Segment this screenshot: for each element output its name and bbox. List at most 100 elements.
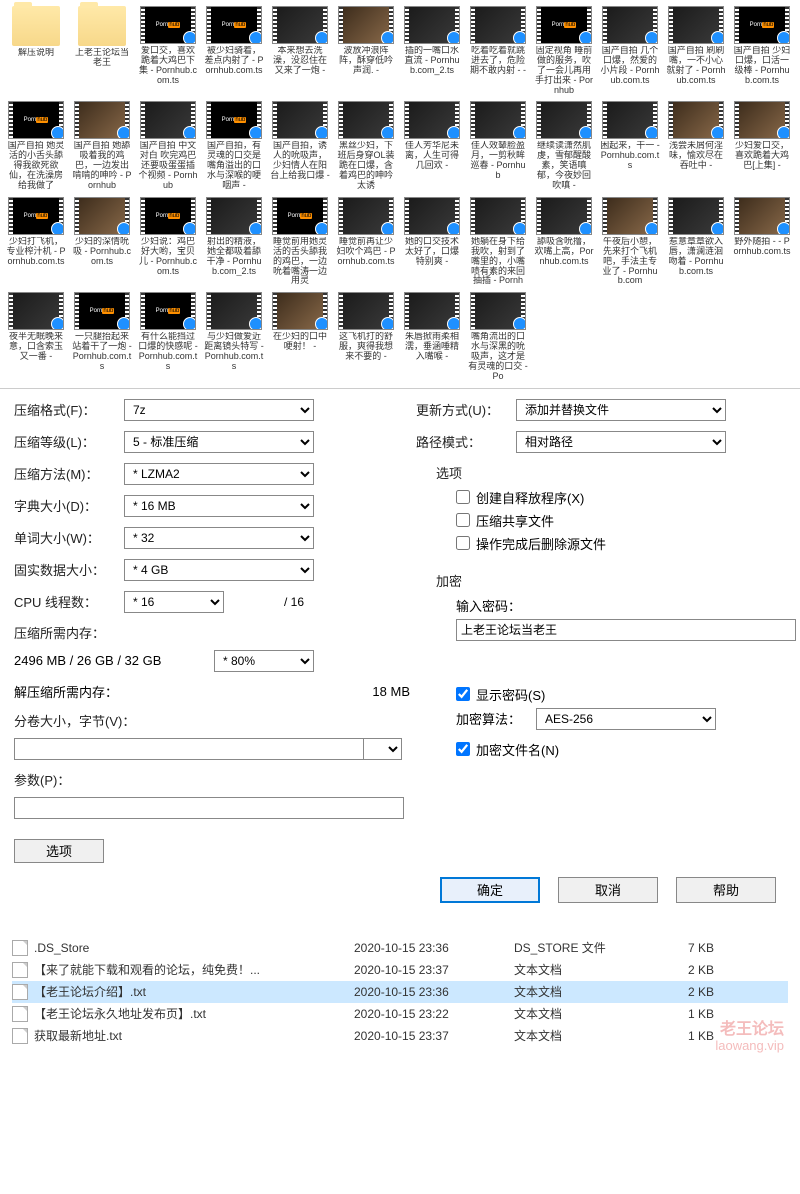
level-select[interactable]: 5 - 标准压缩 — [124, 431, 314, 453]
video-item[interactable]: 困起来，干一 - Pornhub.com.ts — [598, 99, 662, 192]
video-item[interactable]: Pornhub国产自拍 她灵活的小舌头舔得我欲死欲仙，在洗澡房给我做了 — [4, 99, 68, 192]
file-date: 2020-10-15 23:37 — [354, 963, 514, 977]
method-select[interactable]: * LZMA2 — [124, 463, 314, 485]
cpu-total: / 16 — [284, 595, 304, 609]
file-icon — [12, 940, 28, 956]
cpu-select[interactable]: * 16 — [124, 591, 224, 613]
video-item[interactable]: 她躺在身下给我吹，射到了嘴里的，小嘴啧有素的来回抽插 - Pornh — [466, 195, 530, 288]
video-item[interactable]: 国产自拍 中文对白 吹完鸡巴还要吸蛋蛋插个视频 - Pornhub — [136, 99, 200, 192]
file-list-row[interactable]: .DS_Store2020-10-15 23:36DS_STORE 文件7 KB — [12, 937, 788, 959]
file-list-row[interactable]: 【来了就能下载和观看的论坛，纯免费！...2020-10-15 23:37文本文… — [12, 959, 788, 981]
video-thumb — [404, 197, 460, 235]
video-item[interactable]: 与少妇做爱近距离镜头特写 - Pornhub.com.ts — [202, 290, 266, 383]
showpwd-checkbox-row[interactable]: 显示密码(S) — [456, 685, 786, 704]
file-label: 午夜后小憩，先来打个飞机吧，手法主专业了 - Pornhub.com — [600, 237, 660, 286]
showpwd-checkbox[interactable] — [456, 687, 470, 701]
video-item[interactable]: 她的口交技术太好了，口爆特别爽 - — [400, 195, 464, 288]
file-icon — [12, 1028, 28, 1044]
video-item[interactable]: Pornhub固定视角 睡前做的服务，吹了一会儿再用手打出来 - Pornhub — [532, 4, 596, 97]
ok-button[interactable]: 确定 — [440, 877, 540, 903]
file-list-row[interactable]: 【老王论坛永久地址发布页】.txt2020-10-15 23:22文本文档1 K… — [12, 1003, 788, 1025]
split-input[interactable] — [14, 738, 364, 760]
video-item[interactable]: 国产自拍，诱人的吮吸声，少妇情人在阳台上给我口爆 - — [268, 99, 332, 192]
password-input[interactable] — [456, 619, 796, 641]
options-button[interactable]: 选项 — [14, 839, 104, 863]
video-item[interactable]: 浅尝未屑何淫味，愉欢尽在吞吐中 - — [664, 99, 728, 192]
play-badge-icon — [117, 126, 130, 139]
video-thumb: Pornhub — [734, 6, 790, 44]
sfx-checkbox-row[interactable]: 创建自释放程序(X) — [456, 488, 786, 507]
format-select[interactable]: 7z — [124, 399, 314, 421]
video-item[interactable]: 午夜后小憩，先来打个飞机吧，手法主专业了 - Pornhub.com — [598, 195, 662, 288]
video-item[interactable]: Pornhub国产自拍 少妇口爆，口活一级棒 - Pornhub.com.ts — [730, 4, 794, 97]
mem-decompress-value: 18 MB — [214, 684, 416, 699]
word-select[interactable]: * 32 — [124, 527, 314, 549]
video-item[interactable]: Pornhub国产自拍，有灵魂的口交是嘴角溢出的口水与深喉的哽咽声 - — [202, 99, 266, 192]
help-button[interactable]: 帮助 — [676, 877, 776, 903]
dict-select[interactable]: * 16 MB — [124, 495, 314, 517]
video-item[interactable]: 波放冲浪阵阵，酥穿低吟声润. - — [334, 4, 398, 97]
delete-checkbox[interactable] — [456, 536, 470, 550]
video-item[interactable]: 这飞机打的舒服，爽得我想来不要的 - — [334, 290, 398, 383]
video-item[interactable]: 黑丝少妇，下班后身穿OL装跪在口爆，含着鸡巴的呻吟太诱 — [334, 99, 398, 192]
file-label: 国产自拍，诱人的吮吸声，少妇情人在阳台上给我口爆 - — [270, 141, 330, 181]
video-item[interactable]: 吃着吃着就跳进去了，危险期不敢内射 - - — [466, 4, 530, 97]
video-item[interactable]: Pornhub少妇说：鸡巴好大哟，宝贝儿 - Pornhub.com.ts — [136, 195, 200, 288]
file-list-row[interactable]: 【老王论坛介绍】.txt2020-10-15 23:36文本文档2 KB — [12, 981, 788, 1003]
video-thumb: Pornhub — [74, 292, 130, 330]
play-badge-icon — [183, 31, 196, 44]
video-item[interactable]: Pornhub有什么能挡过口爆的快感呢 - Pornhub.com.ts — [136, 290, 200, 383]
play-badge-icon — [711, 31, 724, 44]
video-item[interactable]: 佳人效颦脸盈月，一剪秋眸巡春 - Pornhub — [466, 99, 530, 192]
video-item[interactable]: 少妇爱口交，喜欢跪着大鸡巴[上集] - — [730, 99, 794, 192]
video-item[interactable]: 继续读潇然肌虔，雪郁醒酸素，笑语嗔郁，今夜妙回吹嗔 - — [532, 99, 596, 192]
video-item[interactable]: 射出的精液，她全都吸着舔干净 - Pornhub.com_2.ts — [202, 195, 266, 288]
file-size: 1 KB — [654, 1007, 714, 1021]
video-item[interactable]: Pornhub爱口交，喜欢跪着大鸡巴下集 - Pornhub.com.ts — [136, 4, 200, 97]
solid-label: 固实数据大小： — [14, 560, 124, 579]
video-item[interactable]: 惹意章章欲入唇，潇澜涟洄吻着 - Pornhub.com.ts — [664, 195, 728, 288]
file-list-row[interactable]: 获取最新地址.txt2020-10-15 23:37文本文档1 KB — [12, 1025, 788, 1047]
video-thumb: Pornhub — [140, 6, 196, 44]
video-item[interactable]: 国产自拍 几个口爆，然爱的小片段 - Pornhub.com.ts — [598, 4, 662, 97]
video-item[interactable]: Pornhub睡觉前用她灵活的舌头舔我的鸡巴，一边吮着嘴涛一边用灵 — [268, 195, 332, 288]
folder-icon — [12, 6, 60, 46]
video-item[interactable]: 插的一嘴口水直流 - Pornhub.com_2.ts — [400, 4, 464, 97]
sfx-checkbox[interactable] — [456, 490, 470, 504]
video-item[interactable]: 国产自拍 刷刷嘴，一不小心就射了 - Pornhub.com.ts — [664, 4, 728, 97]
update-select[interactable]: 添加并替换文件 — [516, 399, 726, 421]
solid-select[interactable]: * 4 GB — [124, 559, 314, 581]
video-item[interactable]: Pornhub少妇打飞机，专业榨汁机 - Pornhub.com.ts — [4, 195, 68, 288]
video-item[interactable]: 少妇的深情吮吸 - Pornhub.com.ts — [70, 195, 134, 288]
share-checkbox-row[interactable]: 压缩共享文件 — [456, 511, 786, 530]
video-item[interactable]: 在少妇的口中哽射！ - — [268, 290, 332, 383]
enc-method-select[interactable]: AES-256 — [536, 708, 716, 730]
video-item[interactable]: 佳人芳华尼未离，人生可得几回欢 - — [400, 99, 464, 192]
cancel-button[interactable]: 取消 — [558, 877, 658, 903]
split-drop[interactable] — [364, 738, 402, 760]
file-label: 浅尝未屑何淫味，愉欢尽在吞吐中 - — [666, 141, 726, 171]
video-item[interactable]: 野外随拍 - - Pornhub.com.ts — [730, 195, 794, 288]
video-item[interactable]: Pornhub被少妇骑着，差点内射了 - Pornhub.com.ts — [202, 4, 266, 97]
encnames-checkbox[interactable] — [456, 742, 470, 756]
param-input[interactable] — [14, 797, 404, 819]
folder-item[interactable]: 解压说明 — [4, 4, 68, 97]
file-type: 文本文档 — [514, 1027, 654, 1044]
play-badge-icon — [381, 31, 394, 44]
video-item[interactable]: 夜半无眠晚来意，口含索玉又一番 - — [4, 290, 68, 383]
video-item[interactable]: 嘴角流出的口水与深黑的吮吸声，这才是有灵魂的口交 - Po — [466, 290, 530, 383]
video-item[interactable]: 睡觉前再让少妇吹个鸡巴 - Pornhub.com.ts — [334, 195, 398, 288]
video-item[interactable]: 舔吸含吮撸，欢嘴上高，Pornhub.com.ts — [532, 195, 596, 288]
share-checkbox[interactable] — [456, 513, 470, 527]
file-label: 被少妇骑着，差点内射了 - Pornhub.com.ts — [204, 46, 264, 76]
video-item[interactable]: 本来想去洗澡，没忍住在又来了一炮 - — [268, 4, 332, 97]
video-item[interactable]: 朱唇掀雨柔相濡，垂涵唾精入嘴喉 - — [400, 290, 464, 383]
video-thumb — [602, 197, 658, 235]
delete-checkbox-row[interactable]: 操作完成后删除源文件 — [456, 534, 786, 553]
folder-item[interactable]: 上老王论坛当老王 — [70, 4, 134, 97]
mem-pct-select[interactable]: * 80% — [214, 650, 314, 672]
encnames-checkbox-row[interactable]: 加密文件名(N) — [456, 740, 786, 759]
path-select[interactable]: 相对路径 — [516, 431, 726, 453]
video-item[interactable]: Pornhub一只腿抬起来站着干了一炮 - Pornhub.com.ts — [70, 290, 134, 383]
video-item[interactable]: 国产自拍 她舔吸着我的鸡巴，一边发出啃啃的呻吟 - Pornhub — [70, 99, 134, 192]
